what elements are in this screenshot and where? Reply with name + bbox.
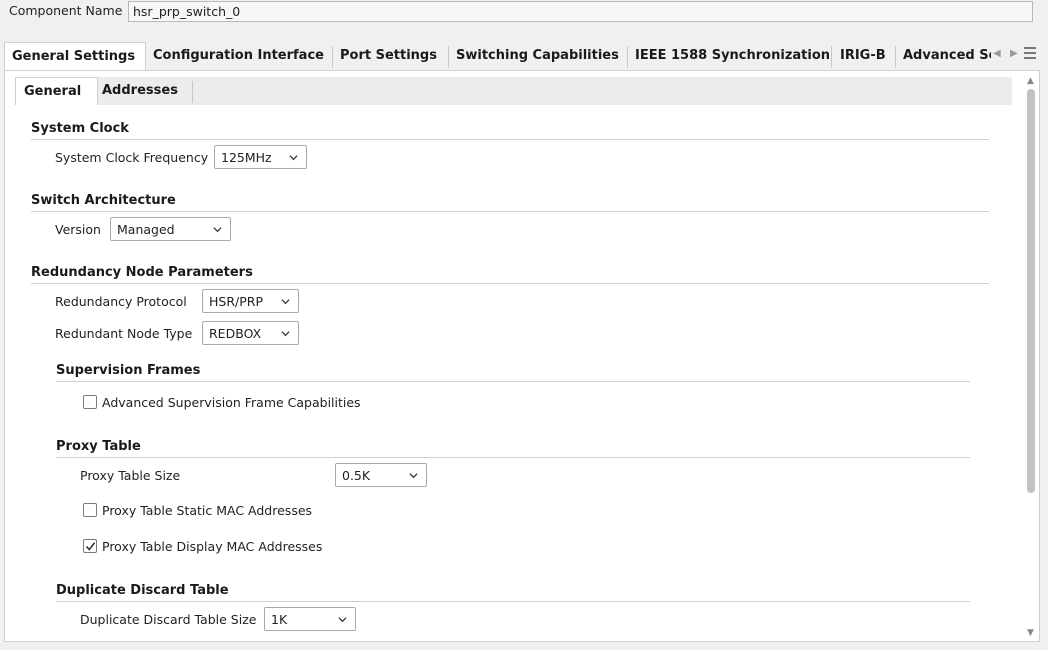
tab-general-settings[interactable]: General Settings	[4, 42, 146, 70]
outer-tab-bar: General Settings Configuration Interface…	[4, 42, 1040, 70]
tab-separator	[831, 46, 832, 68]
section-divider	[56, 457, 970, 458]
tab-port-settings[interactable]: Port Settings	[340, 42, 450, 70]
tab-irig-b[interactable]: IRIG-B	[840, 42, 895, 70]
tab-menu-icon[interactable]	[1024, 47, 1036, 61]
tab-scroll-right-icon[interactable]: ▶	[1010, 48, 1018, 59]
checkmark-icon	[85, 542, 96, 551]
tab-scroll-left-icon[interactable]: ◀	[993, 48, 1001, 59]
section-title-redundancy-node-parameters: Redundancy Node Parameters	[31, 265, 253, 280]
chevron-down-icon	[281, 299, 290, 305]
component-name-input[interactable]	[128, 1, 1033, 22]
tab-separator	[332, 46, 333, 68]
redundant-node-type-label: Redundant Node Type	[55, 326, 193, 341]
select-value: Managed	[117, 222, 175, 237]
section-title-proxy-table: Proxy Table	[56, 439, 141, 454]
tab-addresses[interactable]: Addresses	[102, 77, 192, 105]
chevron-down-icon	[289, 155, 298, 161]
tab-separator	[448, 46, 449, 68]
select-value: 0.5K	[342, 468, 371, 483]
section-divider	[31, 283, 989, 284]
proxy-table-size-select[interactable]: 0.5K	[335, 463, 427, 487]
tab-separator	[192, 81, 193, 103]
section-title-duplicate-discard-table: Duplicate Discard Table	[56, 583, 229, 598]
tab-separator	[627, 46, 628, 68]
chevron-down-icon	[213, 227, 222, 233]
select-value: 125MHz	[221, 150, 272, 165]
chevron-down-icon	[409, 473, 418, 479]
system-clock-frequency-label: System Clock Frequency	[55, 150, 209, 165]
redundancy-protocol-label: Redundancy Protocol	[55, 294, 187, 309]
chevron-down-icon	[281, 331, 290, 337]
component-name-label: Component Name	[9, 3, 123, 18]
section-title-switch-architecture: Switch Architecture	[31, 193, 176, 208]
tab-general[interactable]: General	[15, 77, 98, 105]
proxy-table-static-mac-label: Proxy Table Static MAC Addresses	[102, 503, 313, 518]
proxy-table-display-mac-label: Proxy Table Display MAC Addresses	[102, 539, 323, 554]
section-divider	[56, 381, 970, 382]
inner-tab-bar: General Addresses	[15, 77, 1012, 105]
select-value: HSR/PRP	[209, 294, 263, 309]
scrollbar-thumb[interactable]	[1027, 89, 1035, 493]
select-value: 1K	[271, 612, 288, 627]
tab-configuration-interface[interactable]: Configuration Interface	[153, 42, 333, 70]
section-divider	[31, 211, 989, 212]
tab-ieee-1588-synchronization[interactable]: IEEE 1588 Synchronization	[635, 42, 831, 70]
redundancy-protocol-select[interactable]: HSR/PRP	[202, 289, 299, 313]
section-divider	[56, 601, 970, 602]
duplicate-discard-table-size-label: Duplicate Discard Table Size	[80, 612, 257, 627]
proxy-table-static-mac-checkbox[interactable]	[83, 503, 97, 517]
tab-switching-capabilities[interactable]: Switching Capabilities	[456, 42, 626, 70]
chevron-down-icon	[338, 617, 347, 623]
tab-advanced-settings[interactable]: Advanced Se	[903, 42, 991, 70]
duplicate-discard-table-size-select[interactable]: 1K	[264, 607, 356, 631]
section-divider	[31, 139, 989, 140]
section-title-supervision-frames: Supervision Frames	[56, 363, 201, 378]
version-label: Version	[55, 222, 101, 237]
scroll-up-icon[interactable]: ▲	[1027, 76, 1034, 86]
advanced-supervision-checkbox[interactable]	[83, 395, 97, 409]
redundant-node-type-select[interactable]: REDBOX	[202, 321, 299, 345]
system-clock-frequency-select[interactable]: 125MHz	[214, 145, 307, 169]
version-select[interactable]: Managed	[110, 217, 231, 241]
advanced-supervision-label: Advanced Supervision Frame Capabilities	[102, 395, 361, 410]
proxy-table-display-mac-checkbox[interactable]	[83, 539, 97, 553]
section-title-system-clock: System Clock	[31, 121, 129, 136]
select-value: REDBOX	[209, 326, 262, 341]
proxy-table-size-label: Proxy Table Size	[80, 468, 181, 483]
scroll-down-icon[interactable]: ▼	[1027, 628, 1034, 638]
tab-separator	[895, 46, 896, 68]
